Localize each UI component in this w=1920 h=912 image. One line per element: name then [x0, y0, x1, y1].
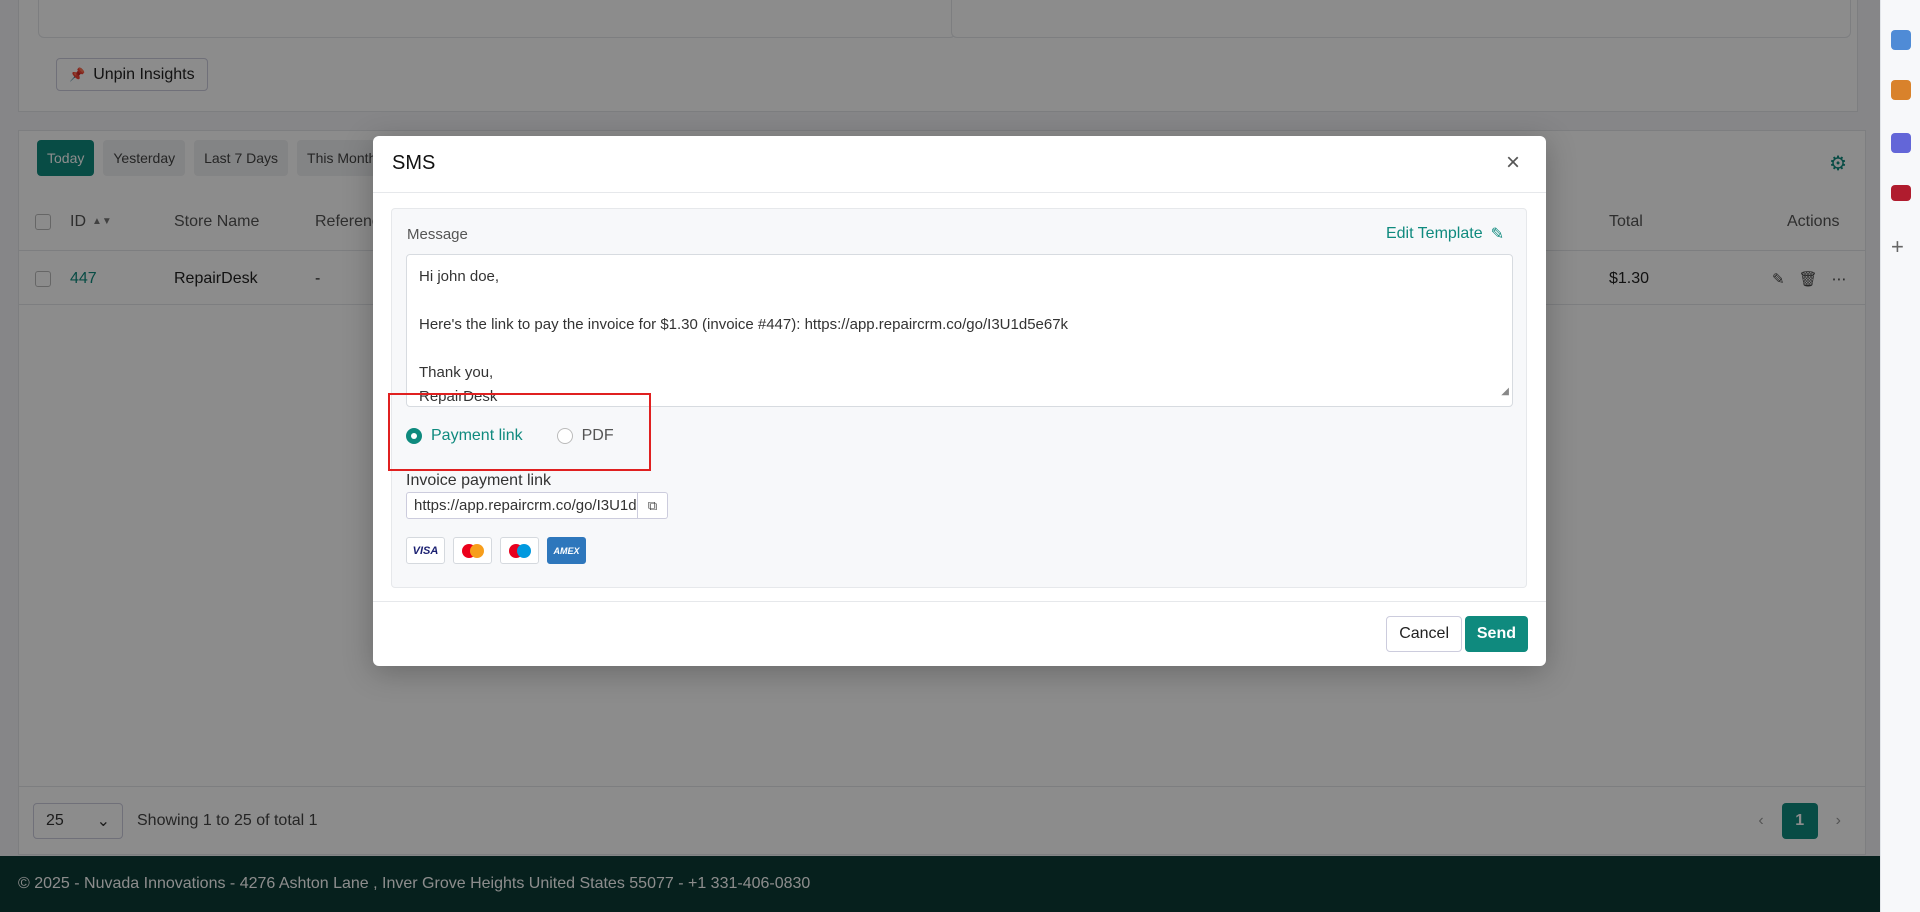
- right-rail: +: [1880, 0, 1920, 912]
- message-line: [419, 289, 1500, 313]
- maestro-card-icon: [500, 537, 539, 564]
- radio-label: PDF: [581, 427, 614, 444]
- radio-payment-link[interactable]: Payment link: [406, 427, 523, 445]
- payment-link-field[interactable]: https://app.repaircrm.co/go/I3U1d5e67k: [406, 492, 638, 519]
- radio-pdf[interactable]: PDF: [556, 427, 614, 445]
- sms-modal: SMS × Message Edit Template ✎ Hi john do…: [373, 136, 1546, 666]
- plus-icon[interactable]: +: [1891, 234, 1904, 260]
- radio-label: Payment link: [431, 427, 523, 444]
- resize-handle-icon[interactable]: ◢: [1501, 380, 1509, 404]
- modal-title: SMS: [392, 152, 436, 174]
- wallet-icon[interactable]: [1891, 185, 1911, 201]
- message-textarea[interactable]: Hi john doe, Here's the link to pay the …: [406, 254, 1513, 407]
- accepted-cards: VISA AMEX: [406, 537, 586, 564]
- chat-icon[interactable]: [1891, 30, 1911, 50]
- message-line: Thank you,: [419, 364, 494, 381]
- copy-icon[interactable]: ⧉: [638, 492, 668, 519]
- message-line: RepairDesk: [419, 388, 498, 405]
- edit-template-label: Edit Template: [1385, 225, 1483, 242]
- modal-footer: Cancel Send: [373, 601, 1546, 666]
- modal-body: Message Edit Template ✎ Hi john doe, Her…: [391, 208, 1527, 588]
- message-line: [419, 337, 1500, 361]
- tag-icon[interactable]: [1891, 133, 1911, 153]
- radio-button[interactable]: [556, 428, 573, 444]
- modal-header: SMS ×: [373, 136, 1546, 193]
- notes-icon[interactable]: [1891, 80, 1911, 100]
- close-icon[interactable]: ×: [1498, 148, 1528, 178]
- pencil-icon: ✎: [1490, 226, 1504, 243]
- radio-button-selected[interactable]: [406, 428, 422, 444]
- message-label: Message: [407, 226, 468, 243]
- cancel-button[interactable]: Cancel: [1386, 616, 1462, 652]
- edit-template-button[interactable]: Edit Template ✎: [1386, 224, 1504, 244]
- mastercard-card-icon: [453, 537, 492, 564]
- message-line: Hi john doe,: [419, 268, 500, 285]
- amex-card-icon: AMEX: [547, 537, 586, 564]
- visa-card-icon: VISA: [406, 537, 445, 564]
- send-button[interactable]: Send: [1464, 616, 1528, 652]
- message-line: Here's the link to pay the invoice for $…: [419, 316, 1069, 333]
- payment-link-label: Invoice payment link: [406, 472, 551, 489]
- attachment-type-radio-group: Payment link PDF: [406, 427, 614, 445]
- payment-link-row: https://app.repaircrm.co/go/I3U1d5e67k ⧉: [406, 492, 668, 519]
